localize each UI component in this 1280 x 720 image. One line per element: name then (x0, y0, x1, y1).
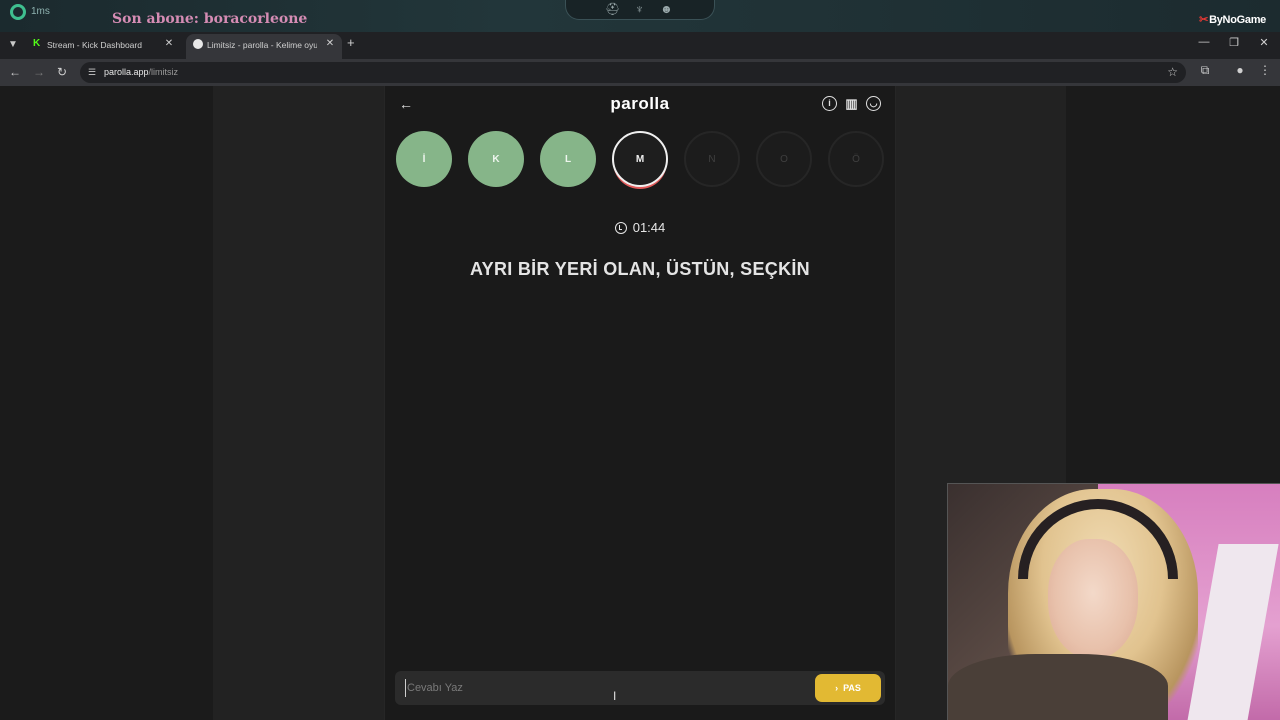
letter-circle: K (468, 131, 524, 187)
overlay-center-ornament: ⛑ ♆ ☻ (565, 0, 715, 20)
minimize-icon[interactable]: — (1197, 36, 1211, 48)
browser-tabstrip: ▼ K Stream - Kick Dashboard ✕ Limitsiz -… (0, 32, 1280, 59)
ping-value: 1ms (31, 6, 50, 17)
letter-circle: O (756, 131, 812, 187)
address-bar[interactable]: ☰ parolla.app/limitsiz ☆ (80, 62, 1186, 83)
parolla-app: ← parolla i ▥ ◡ İ K L M N O Ö 01:44 AYRI… (384, 86, 896, 720)
ping-icon (10, 4, 26, 20)
pass-button[interactable]: › PAS (815, 674, 881, 702)
user-icon[interactable]: ◡ (866, 96, 881, 111)
letter-progress: İ K L M N O Ö (396, 131, 884, 187)
tab-title: Stream - Kick Dashboard (47, 40, 142, 50)
reload-icon[interactable]: ↻ (54, 64, 70, 80)
back-arrow-icon[interactable]: ← (7, 64, 23, 80)
url-path: /limitsiz (148, 67, 179, 77)
browser-toolbar: ← → ↻ ☰ parolla.app/limitsiz ☆ ⧉ ● ⋮ (0, 59, 1280, 86)
new-tab-plus-icon[interactable]: + (347, 35, 355, 50)
streamer-shirt (948, 654, 1168, 720)
close-icon[interactable]: ✕ (324, 38, 336, 49)
url-host: parolla.app (104, 67, 149, 77)
question-clue: AYRI BİR YERİ OLAN, ÜSTÜN, SEÇKİN (470, 259, 810, 279)
forward-arrow-icon[interactable]: → (31, 64, 47, 80)
skull-icon: ☻ (660, 2, 673, 16)
app-header-actions: i ▥ ◡ (822, 96, 881, 111)
clock-icon (614, 222, 627, 234)
site-info-icon[interactable]: ☰ (88, 67, 98, 77)
restore-icon[interactable]: ❐ (1227, 36, 1241, 49)
chevron-right-icon: › (835, 683, 839, 693)
helmet-icon: ⛑ (605, 2, 621, 16)
answer-bar: › PAS (395, 671, 885, 705)
brand-name: ByNoGame (1209, 14, 1266, 26)
letter-circle: N (684, 131, 740, 187)
left-gutter (213, 86, 384, 720)
webcam-feed (947, 483, 1280, 720)
app-title: parolla (610, 94, 670, 113)
stats-icon[interactable]: ▥ (844, 96, 859, 111)
stream-overlay-bar: 1ms Son abone: boracorleone ⛑ ♆ ☻ ✂ByNoG… (0, 0, 1280, 32)
tab-title: Limitsiz - parolla - Kelime oyunu (207, 40, 317, 50)
tab-kick-dashboard[interactable]: K Stream - Kick Dashboard ✕ (26, 34, 181, 59)
answer-input[interactable] (405, 679, 805, 697)
pass-label: PAS (843, 683, 861, 693)
kick-logo-icon: K (33, 38, 41, 49)
tab-search-dropdown-icon[interactable]: ▼ (6, 38, 20, 52)
more-menu-icon[interactable]: ⋮ (1257, 63, 1273, 77)
extensions-icon[interactable]: ⧉ (1197, 63, 1213, 78)
tab-parolla[interactable]: Limitsiz - parolla - Kelime oyunu ✕ (186, 34, 342, 59)
latest-subscriber: Son abone: boracorleone (112, 11, 308, 27)
letter-circle-active: M (612, 131, 668, 187)
url-text[interactable]: parolla.app/limitsiz (104, 67, 178, 77)
window-close-icon[interactable]: ✕ (1257, 36, 1271, 49)
letter-circle: İ (396, 131, 452, 187)
bookmark-star-icon[interactable]: ☆ (1167, 65, 1178, 79)
streamer-face (1048, 539, 1138, 659)
timer-value: 01:44 (632, 220, 666, 235)
brand-logo: ✂ByNoGame (1199, 13, 1266, 26)
text-cursor-icon: I (613, 689, 617, 703)
timer: 01:44 (385, 220, 895, 235)
profile-icon[interactable]: ● (1232, 63, 1248, 77)
brand-mark-icon: ✂ (1199, 14, 1209, 26)
close-icon[interactable]: ✕ (163, 38, 175, 49)
info-icon[interactable]: i (822, 96, 837, 111)
wings-icon: ♆ (635, 2, 644, 16)
letter-circle: L (540, 131, 596, 187)
letter-circle: Ö (828, 131, 884, 187)
parolla-logo-icon (193, 39, 203, 49)
